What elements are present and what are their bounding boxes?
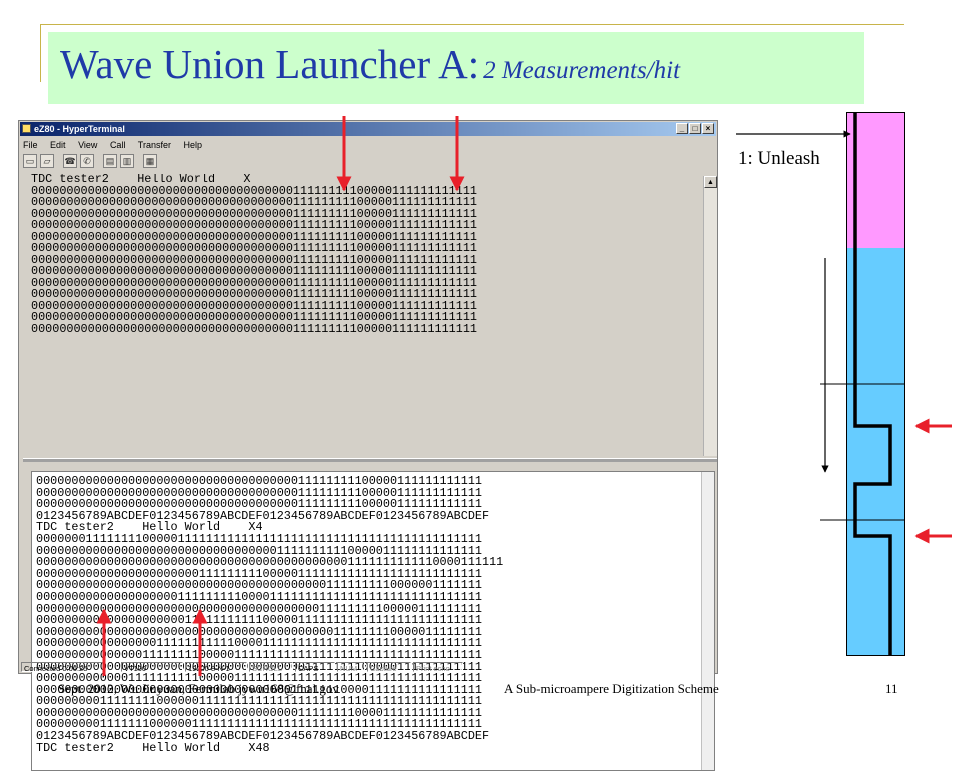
menu-bar: File Edit View Call Transfer Help: [23, 138, 212, 152]
page-number: 11: [885, 681, 898, 696]
status-capture: Capture: [367, 662, 411, 672]
new-icon[interactable]: ▭: [23, 154, 37, 168]
properties-icon[interactable]: ▦: [143, 154, 157, 168]
pasted-output-scrollbar[interactable]: [701, 472, 714, 770]
footer-author: Sept. 2012, Wu Jinyuan, Fermilab jywu168…: [58, 681, 339, 696]
app-icon: [22, 124, 31, 133]
maximize-button[interactable]: □: [689, 123, 701, 134]
slide-top-rule: [40, 24, 904, 25]
phone-icon[interactable]: ☎: [63, 154, 77, 168]
window-title: eZ80 - HyperTerminal: [34, 124, 125, 134]
status-caps: CAPS: [295, 662, 335, 672]
status-emulation: VT100: [121, 662, 183, 672]
toolbar: ▭ ▱ ☎ ✆ ▤ ▥ ▦: [23, 154, 160, 172]
send-icon[interactable]: ▤: [103, 154, 117, 168]
slide-left-rule: [40, 24, 41, 82]
close-button[interactable]: ×: [702, 123, 714, 134]
diagram-launch-region: [847, 113, 904, 248]
pasted-line: 0123456789ABCDEF0123456789ABCDEF01234567…: [36, 729, 490, 744]
status-settings: 19200 8-N-1: [185, 662, 247, 672]
terminal-line: 0000000000000000000000000000000000000111…: [31, 321, 477, 336]
menu-view[interactable]: View: [78, 140, 97, 150]
disconnect-icon[interactable]: ✆: [80, 154, 94, 168]
window-controls: _ □ ×: [675, 123, 714, 137]
terminal-scrollbar[interactable]: ▲: [703, 176, 717, 456]
status-num: NUM: [337, 662, 365, 672]
minimize-button[interactable]: _: [676, 123, 688, 134]
menu-help[interactable]: Help: [184, 140, 203, 150]
slide-title-sub: 2 Measurements/hit: [483, 57, 681, 84]
footer-title: A Sub-microampere Digitization Scheme: [504, 681, 719, 696]
pasted-output-text: 0000000000000000000000000000000000000111…: [36, 475, 702, 755]
terminal-divider: [23, 458, 717, 462]
status-bar: Connected 0:06:25 VT100 19200 8-N-1 SCRO…: [21, 662, 715, 673]
status-connected: Connected 0:06:25: [21, 662, 105, 672]
pasted-line: 0000000001111111000000111111111111111111…: [36, 717, 482, 732]
wave-union-diagram: [846, 112, 905, 656]
menu-edit[interactable]: Edit: [50, 140, 66, 150]
window-titlebar[interactable]: eZ80 - HyperTerminal _ □ ×: [20, 122, 716, 136]
unleash-label: 1: Unleash: [738, 148, 820, 169]
menu-transfer[interactable]: Transfer: [138, 140, 171, 150]
open-icon[interactable]: ▱: [40, 154, 54, 168]
pasted-line: TDC tester2 Hello World X48: [36, 740, 270, 755]
slide-title: Wave Union Launcher A: 2 Measurements/hi…: [60, 40, 680, 88]
slide-title-main: Wave Union Launcher A:: [60, 41, 480, 87]
terminal-output[interactable]: TDC tester2 Hello World X 000000000000000…: [23, 174, 717, 457]
receive-icon[interactable]: ▥: [120, 154, 134, 168]
status-print-echo: Print echo: [413, 662, 463, 672]
hyperterminal-window: eZ80 - HyperTerminal _ □ × File Edit View …: [18, 120, 718, 771]
pasted-output-panel: 0000000000000000000000000000000000000111…: [31, 471, 715, 771]
status-scroll: SCROLL: [249, 662, 293, 672]
menu-file[interactable]: File: [23, 140, 38, 150]
diagram-delay-region: [847, 248, 904, 655]
scroll-up-icon[interactable]: ▲: [704, 176, 717, 188]
menu-call[interactable]: Call: [110, 140, 126, 150]
